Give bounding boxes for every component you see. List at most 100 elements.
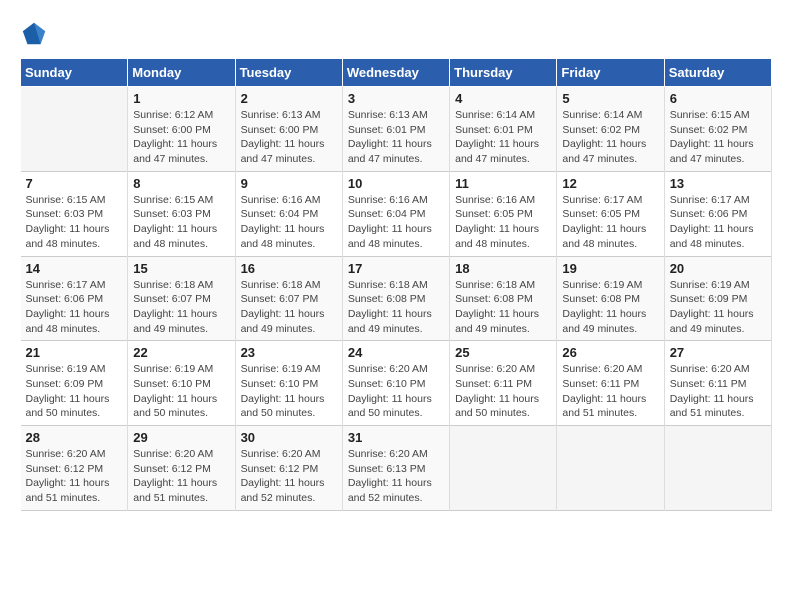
day-number: 15 <box>133 261 229 276</box>
day-number: 11 <box>455 176 551 191</box>
day-cell: 11 Sunrise: 6:16 AM Sunset: 6:05 PM Dayli… <box>450 171 557 256</box>
day-detail: Sunrise: 6:15 AM Sunset: 6:02 PM Dayligh… <box>670 108 766 167</box>
day-cell: 13Sunrise: 6:17 AM Sunset: 6:06 PM Dayli… <box>664 171 771 256</box>
day-number: 2 <box>241 91 337 106</box>
day-cell: 25 Sunrise: 6:20 AM Sunset: 6:11 PM Dayli… <box>450 341 557 426</box>
day-cell <box>450 426 557 511</box>
day-number: 12 <box>562 176 658 191</box>
day-detail: Sunrise: 6:20 AM Sunset: 6:12 PM Dayligh… <box>26 447 123 506</box>
header-cell-friday: Friday <box>557 59 664 87</box>
header-cell-tuesday: Tuesday <box>235 59 342 87</box>
page-header <box>20 20 772 48</box>
day-detail: Sunrise: 6:17 AM Sunset: 6:06 PM Dayligh… <box>26 278 123 337</box>
day-cell: 20 Sunrise: 6:19 AM Sunset: 6:09 PM Dayli… <box>664 256 771 341</box>
day-cell: 27 Sunrise: 6:20 AM Sunset: 6:11 PM Dayli… <box>664 341 771 426</box>
day-number: 20 <box>670 261 766 276</box>
day-number: 25 <box>455 345 551 360</box>
day-number: 26 <box>562 345 658 360</box>
day-detail: Sunrise: 6:20 AM Sunset: 6:10 PM Dayligh… <box>348 362 444 421</box>
day-detail: Sunrise: 6:18 AM Sunset: 6:07 PM Dayligh… <box>241 278 337 337</box>
day-number: 6 <box>670 91 766 106</box>
day-cell: 12 Sunrise: 6:17 AM Sunset: 6:05 PM Dayli… <box>557 171 664 256</box>
day-detail: Sunrise: 6:16 AM Sunset: 6:05 PM Dayligh… <box>455 193 551 252</box>
day-number: 29 <box>133 430 229 445</box>
header-cell-wednesday: Wednesday <box>342 59 449 87</box>
day-detail: Sunrise: 6:14 AM Sunset: 6:02 PM Dayligh… <box>562 108 658 167</box>
day-number: 3 <box>348 91 444 106</box>
day-number: 22 <box>133 345 229 360</box>
day-detail: Sunrise: 6:19 AM Sunset: 6:10 PM Dayligh… <box>133 362 229 421</box>
day-detail: Sunrise: 6:18 AM Sunset: 6:08 PM Dayligh… <box>348 278 444 337</box>
day-number: 13 <box>670 176 766 191</box>
day-detail: Sunrise: 6:20 AM Sunset: 6:11 PM Dayligh… <box>455 362 551 421</box>
day-number: 8 <box>133 176 229 191</box>
day-detail: Sunrise: 6:16 AM Sunset: 6:04 PM Dayligh… <box>241 193 337 252</box>
day-cell: 14 Sunrise: 6:17 AM Sunset: 6:06 PM Dayli… <box>21 256 128 341</box>
week-row-1: 1 Sunrise: 6:12 AM Sunset: 6:00 PM Daylig… <box>21 87 772 172</box>
day-cell: 15 Sunrise: 6:18 AM Sunset: 6:07 PM Dayli… <box>128 256 235 341</box>
day-cell: 19 Sunrise: 6:19 AM Sunset: 6:08 PM Dayli… <box>557 256 664 341</box>
day-cell: 2 Sunrise: 6:13 AM Sunset: 6:00 PM Daylig… <box>235 87 342 172</box>
day-cell: 21Sunrise: 6:19 AM Sunset: 6:09 PM Dayli… <box>21 341 128 426</box>
day-detail: Sunrise: 6:12 AM Sunset: 6:00 PM Dayligh… <box>133 108 229 167</box>
day-cell: 1 Sunrise: 6:12 AM Sunset: 6:00 PM Daylig… <box>128 87 235 172</box>
day-cell: 28 Sunrise: 6:20 AM Sunset: 6:12 PM Dayli… <box>21 426 128 511</box>
day-detail: Sunrise: 6:13 AM Sunset: 6:01 PM Dayligh… <box>348 108 444 167</box>
day-detail: Sunrise: 6:18 AM Sunset: 6:07 PM Dayligh… <box>133 278 229 337</box>
day-number: 4 <box>455 91 551 106</box>
day-detail: Sunrise: 6:20 AM Sunset: 6:11 PM Dayligh… <box>670 362 766 421</box>
week-row-2: 7Sunrise: 6:15 AM Sunset: 6:03 PM Daylig… <box>21 171 772 256</box>
logo <box>20 20 52 48</box>
day-cell: 22 Sunrise: 6:19 AM Sunset: 6:10 PM Dayli… <box>128 341 235 426</box>
day-cell: 31 Sunrise: 6:20 AM Sunset: 6:13 PM Dayli… <box>342 426 449 511</box>
day-cell: 29 Sunrise: 6:20 AM Sunset: 6:12 PM Dayli… <box>128 426 235 511</box>
day-number: 9 <box>241 176 337 191</box>
day-number: 5 <box>562 91 658 106</box>
day-number: 23 <box>241 345 337 360</box>
day-detail: Sunrise: 6:16 AM Sunset: 6:04 PM Dayligh… <box>348 193 444 252</box>
day-cell: 23 Sunrise: 6:19 AM Sunset: 6:10 PM Dayli… <box>235 341 342 426</box>
day-detail: Sunrise: 6:15 AM Sunset: 6:03 PM Dayligh… <box>26 193 123 252</box>
day-detail: Sunrise: 6:20 AM Sunset: 6:12 PM Dayligh… <box>241 447 337 506</box>
day-number: 19 <box>562 261 658 276</box>
day-cell: 6 Sunrise: 6:15 AM Sunset: 6:02 PM Daylig… <box>664 87 771 172</box>
day-cell: 7Sunrise: 6:15 AM Sunset: 6:03 PM Daylig… <box>21 171 128 256</box>
day-cell: 8Sunrise: 6:15 AM Sunset: 6:03 PM Daylig… <box>128 171 235 256</box>
day-number: 27 <box>670 345 766 360</box>
day-detail: Sunrise: 6:13 AM Sunset: 6:00 PM Dayligh… <box>241 108 337 167</box>
calendar-table: SundayMondayTuesdayWednesdayThursdayFrid… <box>20 58 772 511</box>
day-cell: 30 Sunrise: 6:20 AM Sunset: 6:12 PM Dayli… <box>235 426 342 511</box>
week-row-3: 14 Sunrise: 6:17 AM Sunset: 6:06 PM Dayli… <box>21 256 772 341</box>
week-row-4: 21Sunrise: 6:19 AM Sunset: 6:09 PM Dayli… <box>21 341 772 426</box>
day-number: 14 <box>26 261 123 276</box>
logo-icon <box>20 20 48 48</box>
day-detail: Sunrise: 6:20 AM Sunset: 6:12 PM Dayligh… <box>133 447 229 506</box>
day-cell: 9 Sunrise: 6:16 AM Sunset: 6:04 PM Daylig… <box>235 171 342 256</box>
week-row-5: 28 Sunrise: 6:20 AM Sunset: 6:12 PM Dayli… <box>21 426 772 511</box>
day-number: 28 <box>26 430 123 445</box>
header-cell-sunday: Sunday <box>21 59 128 87</box>
day-cell: 17Sunrise: 6:18 AM Sunset: 6:08 PM Dayli… <box>342 256 449 341</box>
day-detail: Sunrise: 6:19 AM Sunset: 6:10 PM Dayligh… <box>241 362 337 421</box>
header-row: SundayMondayTuesdayWednesdayThursdayFrid… <box>21 59 772 87</box>
day-cell: 3 Sunrise: 6:13 AM Sunset: 6:01 PM Daylig… <box>342 87 449 172</box>
header-cell-saturday: Saturday <box>664 59 771 87</box>
day-detail: Sunrise: 6:20 AM Sunset: 6:11 PM Dayligh… <box>562 362 658 421</box>
day-detail: Sunrise: 6:17 AM Sunset: 6:05 PM Dayligh… <box>562 193 658 252</box>
day-number: 10 <box>348 176 444 191</box>
day-number: 30 <box>241 430 337 445</box>
day-detail: Sunrise: 6:19 AM Sunset: 6:09 PM Dayligh… <box>26 362 123 421</box>
day-cell: 24Sunrise: 6:20 AM Sunset: 6:10 PM Dayli… <box>342 341 449 426</box>
day-number: 31 <box>348 430 444 445</box>
day-cell: 26 Sunrise: 6:20 AM Sunset: 6:11 PM Dayli… <box>557 341 664 426</box>
day-cell: 4Sunrise: 6:14 AM Sunset: 6:01 PM Daylig… <box>450 87 557 172</box>
day-number: 16 <box>241 261 337 276</box>
day-detail: Sunrise: 6:19 AM Sunset: 6:08 PM Dayligh… <box>562 278 658 337</box>
day-detail: Sunrise: 6:20 AM Sunset: 6:13 PM Dayligh… <box>348 447 444 506</box>
day-number: 18 <box>455 261 551 276</box>
day-cell <box>557 426 664 511</box>
day-number: 1 <box>133 91 229 106</box>
day-detail: Sunrise: 6:19 AM Sunset: 6:09 PM Dayligh… <box>670 278 766 337</box>
day-cell: 16 Sunrise: 6:18 AM Sunset: 6:07 PM Dayli… <box>235 256 342 341</box>
header-cell-monday: Monday <box>128 59 235 87</box>
